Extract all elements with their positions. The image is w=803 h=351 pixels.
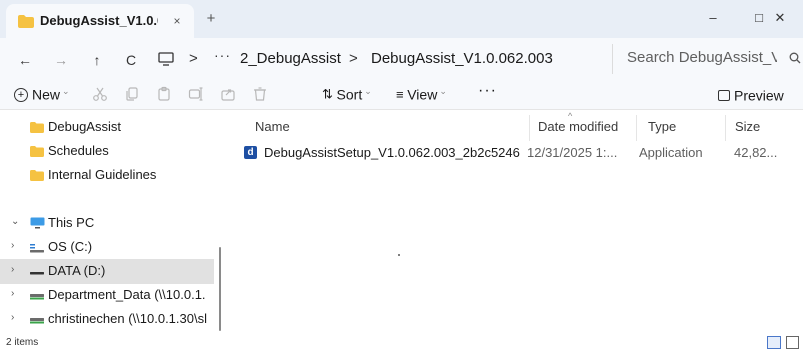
tab-close-icon[interactable]: × [168,12,186,30]
file-list-pane: ^ Name Date modified Type Size d DebugAs… [228,111,803,334]
drive-icon [30,265,44,280]
chevron-down-icon: ⌄ [364,86,372,96]
chevron-right-icon[interactable]: › [11,312,21,323]
folder-icon [18,15,34,31]
minimize-button[interactable]: – [690,4,736,32]
preview-label: Preview [734,87,784,104]
refresh-button[interactable]: C [120,49,142,71]
column-header-size[interactable]: Size [735,119,760,134]
sort-icon: ⇅ [322,86,333,102]
sort-label: Sort [336,86,363,103]
sidebar-item-label: DATA (D:) [48,263,106,278]
forward-button[interactable]: → [50,49,72,71]
breadcrumb-separator: > [189,50,198,67]
preview-pane-icon [718,90,730,102]
item-count: 2 items [6,337,39,348]
chevron-right-icon[interactable]: › [11,240,21,251]
column-divider[interactable] [725,115,726,141]
search-input[interactable]: Search DebugAssist_V [612,44,803,74]
sort-button[interactable]: ⇅ Sort ⌄ [322,86,372,103]
breadcrumb-item[interactable]: 2_DebugAssist [240,49,341,69]
chevron-right-icon[interactable]: › [11,288,21,299]
sidebar-item-department-data[interactable]: › Department_Data (\\10.0.1. [0,283,214,308]
share-icon[interactable] [220,86,238,104]
file-type: Application [639,145,703,160]
details-view-icon[interactable] [767,336,781,349]
chevron-right-icon[interactable]: › [11,264,21,275]
sidebar-item-debugassist[interactable]: DebugAssist [0,115,214,140]
application-icon: d [244,146,257,159]
new-label: New [32,86,61,103]
new-button[interactable]: + New ⌄ [14,86,70,106]
folder-icon [30,121,44,136]
plus-icon: + [14,87,28,102]
column-divider[interactable] [636,115,637,141]
command-bar: + New ⌄ ⇅ Sort ⌄ ≡ View ⌄ ··· Preview [0,80,803,110]
folder-icon [30,169,44,184]
up-button[interactable]: ↑ [86,49,108,71]
sidebar-item-label: This PC [48,215,95,230]
search-icon [789,52,801,67]
address-bar-row: ← → ↑ C > ··· 2_DebugAssist > DebugAssis… [0,38,803,80]
file-date-modified: 12/31/2025 1:... [527,145,618,160]
new-tab-button[interactable]: + [200,9,222,31]
tiles-view-icon[interactable] [786,336,799,349]
sidebar-item-label: Internal Guidelines [48,167,157,182]
breadcrumb-overflow[interactable]: ··· [214,47,231,63]
column-header-type[interactable]: Type [648,119,676,134]
sidebar-item-this-pc[interactable]: ⌄ This PC [0,211,214,236]
close-button[interactable]: ✕ [757,4,803,32]
column-header-name[interactable]: Name [255,119,290,134]
sidebar-scrollbar[interactable] [219,247,221,331]
network-drive-icon [30,289,44,304]
view-label: View [407,86,438,103]
breadcrumb-separator: > [349,50,358,67]
folder-icon [30,145,44,160]
sidebar-item-christinechen[interactable]: › christinechen (\\10.0.1.30\sl [0,307,214,332]
copy-icon[interactable] [124,86,142,104]
chevron-down-icon[interactable]: ⌄ [11,216,21,227]
sidebar-item-os-c[interactable]: › OS (C:) [0,235,214,260]
sidebar-item-label: DebugAssist [48,119,121,134]
cursor-dot [398,254,400,256]
file-size: 42,82... [734,145,778,160]
view-icon: ≡ [396,87,404,103]
pc-icon[interactable] [158,52,174,69]
network-drive-icon [30,313,44,328]
sidebar-item-label: christinechen (\\10.0.1.30\sl [48,311,207,326]
tab-active[interactable]: DebugAssist_V1.0.0 × [6,4,194,38]
paste-icon[interactable] [156,86,174,104]
search-placeholder: Search DebugAssist_V [627,49,777,66]
drive-icon [30,241,44,256]
sidebar-item-label: OS (C:) [48,239,93,254]
cut-icon[interactable] [92,86,110,104]
sidebar-item-internal-guidelines[interactable]: Internal Guidelines [0,163,214,188]
rename-icon[interactable] [188,86,206,104]
title-bar: DebugAssist_V1.0.0 × + – □ ✕ [0,0,803,38]
sidebar-item-schedules[interactable]: Schedules [0,139,214,164]
navigation-pane: DebugAssist Schedules Internal Guideline… [0,111,228,334]
file-name: DebugAssistSetup_V1.0.062.003_2b2c5246 [264,145,520,160]
column-header-date[interactable]: Date modified [538,119,618,134]
delete-icon[interactable] [252,86,270,104]
breadcrumb-item[interactable]: DebugAssist_V1.0.062.003 [371,49,553,69]
tab-title: DebugAssist_V1.0.0 [40,13,158,28]
chevron-down-icon: ⌄ [439,86,447,96]
monitor-icon [30,217,45,232]
preview-button[interactable]: Preview [718,87,784,104]
more-options-button[interactable]: ··· [478,82,497,100]
column-divider[interactable] [529,115,530,141]
sidebar-item-label: Schedules [48,143,109,158]
sidebar-item-label: Department_Data (\\10.0.1. [48,287,206,302]
chevron-down-icon: ⌄ [62,86,70,96]
status-bar: 2 items [0,334,803,351]
view-button[interactable]: ≡ View ⌄ [396,86,447,103]
table-row[interactable]: d DebugAssistSetup_V1.0.062.003_2b2c5246… [238,141,798,165]
sidebar-item-data-d[interactable]: › DATA (D:) [0,259,214,284]
back-button[interactable]: ← [14,49,36,71]
